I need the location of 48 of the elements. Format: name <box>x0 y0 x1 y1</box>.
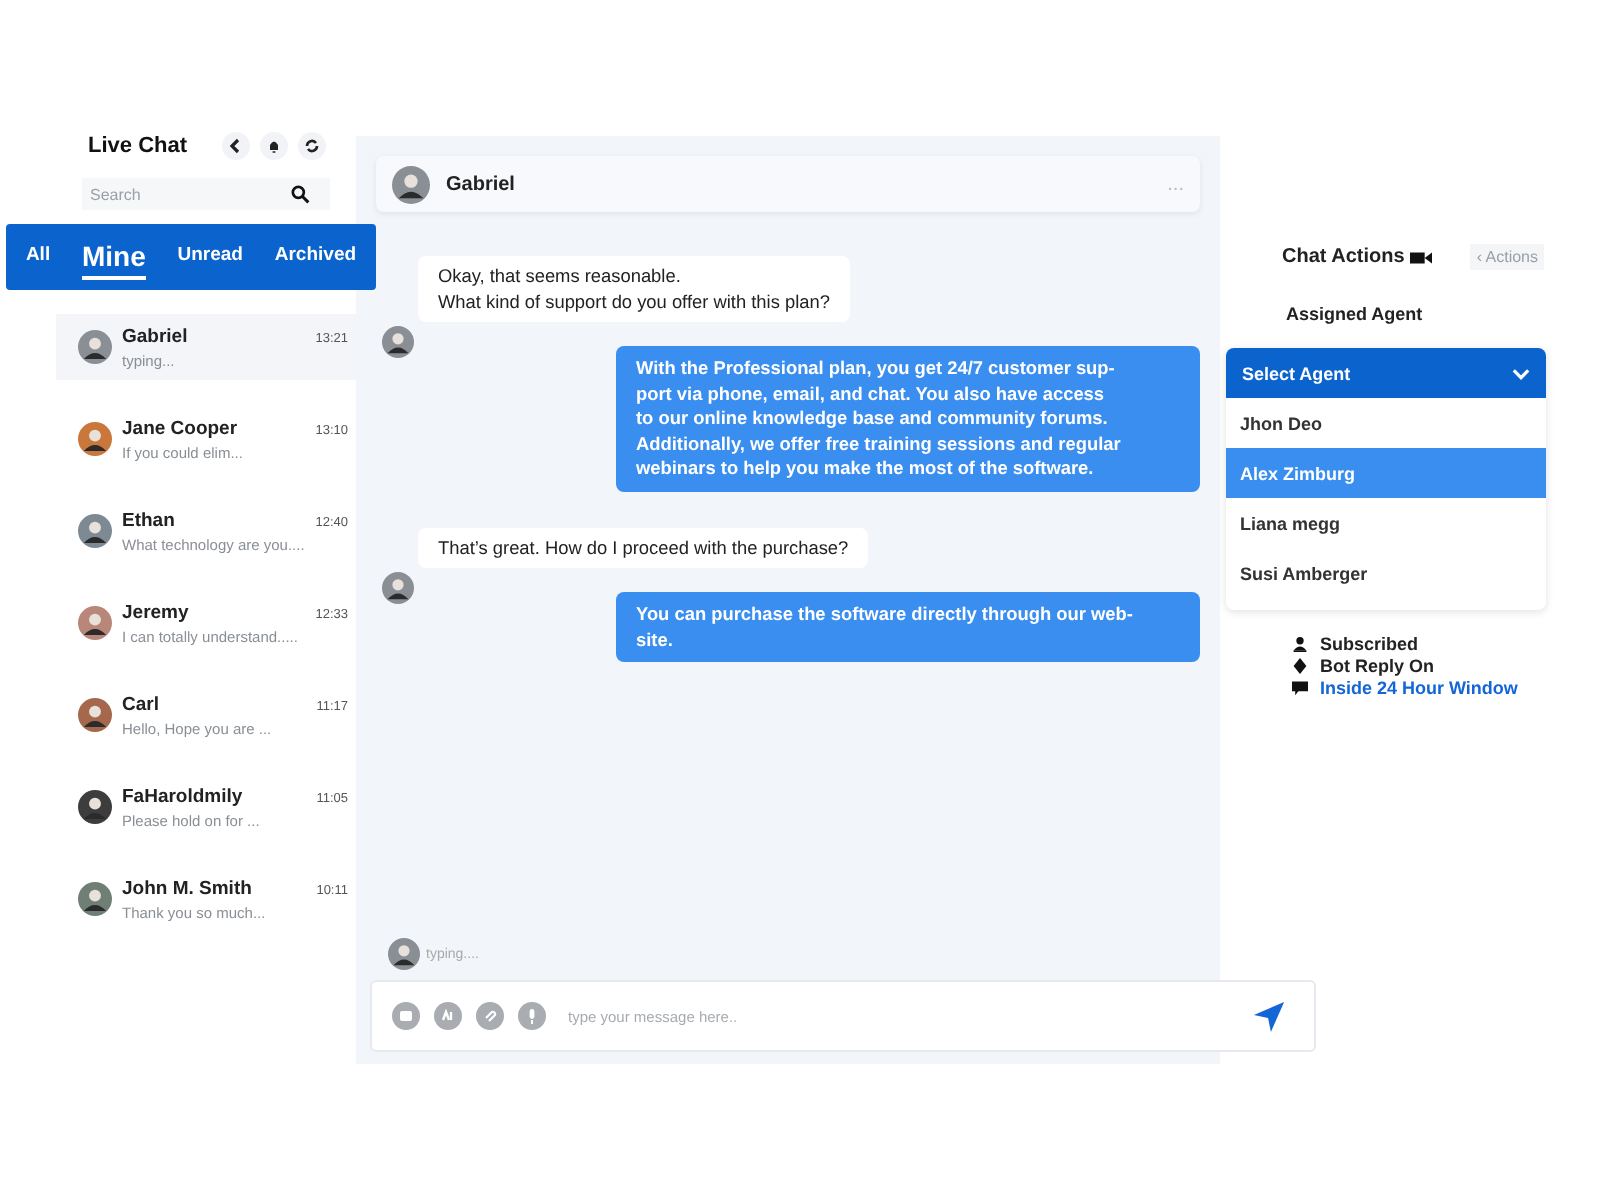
bell-icon[interactable] <box>260 132 288 160</box>
contact-name: Jane Cooper <box>122 417 238 439</box>
agent-option[interactable]: Jhon Deo <box>1226 398 1546 448</box>
avatar-icon <box>382 326 414 358</box>
video-camera-icon[interactable] <box>1410 249 1433 265</box>
status-text: Bot Reply On <box>1320 656 1435 676</box>
person-icon <box>1292 636 1308 652</box>
avatar-icon <box>78 422 112 456</box>
status-link[interactable]: Inside 24 Hour Window <box>1320 678 1518 698</box>
contact-name: Carl <box>122 693 159 715</box>
tab[interactable]: Archived <box>274 240 357 274</box>
refresh-icon[interactable] <box>298 132 326 160</box>
avatar-icon <box>78 790 112 824</box>
search-icon[interactable] <box>290 184 310 204</box>
message-bubble: That’s great. How do I proceed with the purchase? <box>418 527 869 568</box>
avatar-icon <box>78 514 112 548</box>
message-bubble: Okay, that seems reasonable. What kind of support do you offer with this plan? <box>418 256 850 322</box>
avatar-icon <box>78 882 112 916</box>
contact-name: John M. Smith <box>122 877 252 899</box>
avatar-icon <box>388 938 420 970</box>
tab[interactable]: Mine <box>81 235 146 279</box>
agent-dropdown[interactable]: Select Agent <box>1226 348 1546 398</box>
search-field[interactable]: Search <box>82 178 330 210</box>
message-bubble: You can purchase the software directly through our web- site. <box>616 592 1200 662</box>
avatar-icon <box>78 330 112 364</box>
avatar-icon <box>382 572 414 604</box>
avatar-icon <box>78 698 112 732</box>
avatar-icon <box>392 165 430 203</box>
contact-name: Gabriel <box>122 325 188 347</box>
assigned-agent-label: Assigned Agent <box>1284 304 1425 324</box>
send-icon[interactable] <box>1252 999 1286 1033</box>
chat-icon <box>1292 680 1308 696</box>
agent-option[interactable]: Susi Amberger <box>1226 548 1546 598</box>
back-icon[interactable] <box>222 132 250 160</box>
contact-name: FaHaroldmily <box>122 785 243 807</box>
tab[interactable]: Unread <box>177 240 243 274</box>
chevron-icon <box>1512 367 1530 379</box>
panel-title: Chat Actions <box>1282 246 1405 268</box>
sidebar-title: Live Chat <box>88 134 188 158</box>
tab[interactable]: All <box>25 240 51 274</box>
message-bubble: With the Professional plan, you get 24/7 customer sup- port via phone, email, and chat. You also have access to our online knowledge base and community forums. Additionally, we offer free training sessions and regular webinars to help you make the most of the software. <box>616 346 1200 491</box>
contact-name: Gabriel <box>446 173 517 195</box>
agent-option[interactable]: Liana megg <box>1226 498 1546 548</box>
status-text: Subscribed <box>1320 634 1419 654</box>
contact-name: Ethan <box>122 509 175 531</box>
contact-name: Jeremy <box>122 601 189 623</box>
avatar-icon <box>78 606 112 640</box>
search-input[interactable]: Search <box>90 185 290 203</box>
